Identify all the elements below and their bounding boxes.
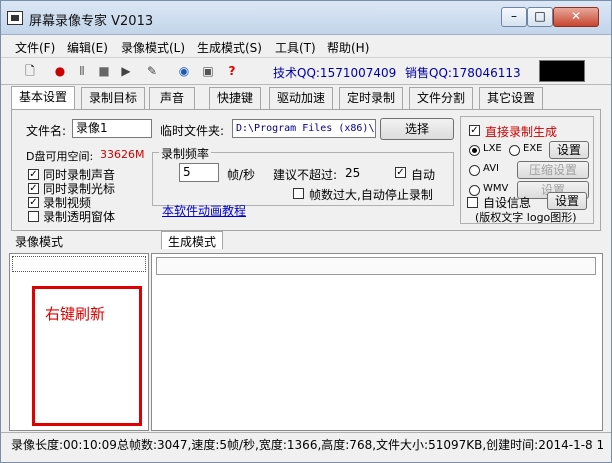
- record-list-selection[interactable]: [12, 256, 146, 272]
- direct-generate-label: 直接录制生成: [485, 125, 558, 139]
- self-info-checkbox[interactable]: [467, 197, 478, 208]
- highlight-box: 右键刷新: [32, 286, 142, 426]
- tab-record-target[interactable]: 录制目标: [81, 87, 145, 109]
- suggest-label: 建议不超过:: [273, 168, 338, 182]
- disk-space-value: 33626M: [100, 148, 145, 161]
- stop-icon[interactable]: ■: [95, 62, 113, 80]
- toolbar: 🗋 ● Ⅱ ■ ▶ ✎ ◉ ▣ ? 技术QQ:1571007409 销售QQ:1…: [1, 57, 611, 85]
- exe-radio[interactable]: [509, 145, 520, 156]
- refresh-hint: 右键刷新: [45, 305, 106, 323]
- compress-settings-button[interactable]: 压缩设置: [517, 161, 589, 179]
- menu-generate-mode[interactable]: 生成模式(S): [197, 39, 262, 56]
- new-file-icon[interactable]: 🗋: [21, 62, 39, 80]
- menu-bar: 文件(F) 编辑(E) 录像模式(L) 生成模式(S) 工具(T) 帮助(H): [1, 36, 611, 56]
- autostop-label: 帧数过大,自动停止录制: [309, 188, 433, 202]
- wmv-radio[interactable]: [469, 185, 480, 196]
- auto-label: 自动: [411, 168, 436, 182]
- disk-space-label: D盘可用空间:: [26, 150, 94, 163]
- tutorial-link[interactable]: 本软件动画教程: [162, 202, 246, 219]
- record-list-pane[interactable]: 右键刷新: [9, 253, 149, 431]
- tab-sound[interactable]: 声音: [149, 87, 195, 109]
- menu-tools[interactable]: 工具(T): [275, 39, 316, 56]
- record-video-checkbox[interactable]: ✓: [28, 197, 39, 208]
- tempdir-label: 临时文件夹:: [160, 124, 225, 138]
- avi-label: AVI: [483, 163, 499, 174]
- window-title: 屏幕录像专家 V2013: [29, 14, 154, 29]
- toolbox-icon[interactable]: ▣: [199, 62, 217, 80]
- tech-qq: 技术QQ:1571007409: [273, 66, 397, 80]
- record-icon[interactable]: ●: [51, 62, 69, 80]
- preview-box: [539, 60, 585, 82]
- minimize-button[interactable]: –: [501, 7, 527, 27]
- camera-icon[interactable]: ▶: [117, 62, 135, 80]
- frame-rate-unit: 帧/秒: [227, 168, 256, 182]
- maximize-button[interactable]: □: [527, 7, 553, 27]
- title-bar: 屏幕录像专家 V2013 – □ ✕: [1, 1, 611, 35]
- record-transparent-label: 录制透明窗体: [43, 210, 116, 224]
- record-mode-header: 录像模式: [15, 235, 64, 249]
- frame-rate-input[interactable]: 5: [179, 163, 219, 182]
- record-sound-checkbox[interactable]: ✓: [28, 169, 39, 180]
- app-icon: [7, 11, 23, 25]
- status-bar: 录像长度:00:10:09总帧数:3047,速度:5帧/秒,宽度:1366,高度…: [1, 432, 611, 462]
- choose-folder-button[interactable]: 选择: [380, 118, 454, 140]
- lxe-label: LXE: [483, 143, 502, 154]
- menu-file[interactable]: 文件(F): [15, 39, 55, 56]
- filename-label: 文件名:: [26, 124, 67, 138]
- tab-split[interactable]: 文件分割: [409, 87, 473, 109]
- frame-rate-group: 录制频率 5 帧/秒 建议不超过: 25 ✓ 自动 帧数过大,自动停止录制: [152, 145, 454, 206]
- globe-icon[interactable]: ◉: [175, 62, 193, 80]
- avi-radio[interactable]: [469, 165, 480, 176]
- filename-input[interactable]: 录像1: [72, 119, 152, 138]
- exe-label: EXE: [523, 143, 543, 154]
- sales-qq: 销售QQ:178046113: [405, 66, 521, 80]
- copyright-note: (版权文字 logo图形): [475, 211, 577, 224]
- record-transparent-checkbox[interactable]: [28, 211, 39, 222]
- direct-generate-checkbox[interactable]: ✓: [469, 125, 480, 136]
- settings-button-1[interactable]: 设置: [549, 141, 589, 159]
- generate-list-pane[interactable]: [151, 253, 603, 431]
- tab-hotkeys[interactable]: 快捷键: [209, 87, 261, 109]
- wmv-label: WMV: [483, 183, 509, 194]
- lxe-radio[interactable]: [469, 145, 480, 156]
- frame-rate-title: 录制频率: [159, 145, 212, 162]
- tab-other[interactable]: 其它设置: [479, 87, 543, 109]
- auto-checkbox[interactable]: ✓: [395, 167, 406, 178]
- menu-edit[interactable]: 编辑(E): [67, 39, 108, 56]
- suggest-value: 25: [345, 166, 361, 180]
- settings-button-3[interactable]: 设置: [547, 192, 587, 210]
- generate-mode-tab[interactable]: 生成模式: [161, 231, 224, 249]
- help-icon[interactable]: ?: [223, 62, 241, 80]
- pause-icon[interactable]: Ⅱ: [73, 62, 91, 80]
- record-cursor-checkbox[interactable]: ✓: [28, 183, 39, 194]
- pen-icon[interactable]: ✎: [143, 62, 161, 80]
- status-text: 录像长度:00:10:09总帧数:3047,速度:5帧/秒,宽度:1366,高度…: [11, 438, 605, 452]
- tab-driver[interactable]: 驱动加速: [269, 87, 333, 109]
- main-window: 屏幕录像专家 V2013 – □ ✕ 文件(F) 编辑(E) 录像模式(L) 生…: [0, 0, 612, 463]
- autostop-checkbox[interactable]: [293, 188, 304, 199]
- tempdir-input[interactable]: D:\Program Files (x86)\: [232, 119, 376, 138]
- generate-list-header: [156, 257, 596, 275]
- tab-timer[interactable]: 定时录制: [339, 87, 403, 109]
- menu-record-mode[interactable]: 录像模式(L): [121, 39, 185, 56]
- menu-help[interactable]: 帮助(H): [327, 39, 369, 56]
- tab-basic[interactable]: 基本设置: [11, 86, 75, 110]
- close-button[interactable]: ✕: [553, 7, 599, 27]
